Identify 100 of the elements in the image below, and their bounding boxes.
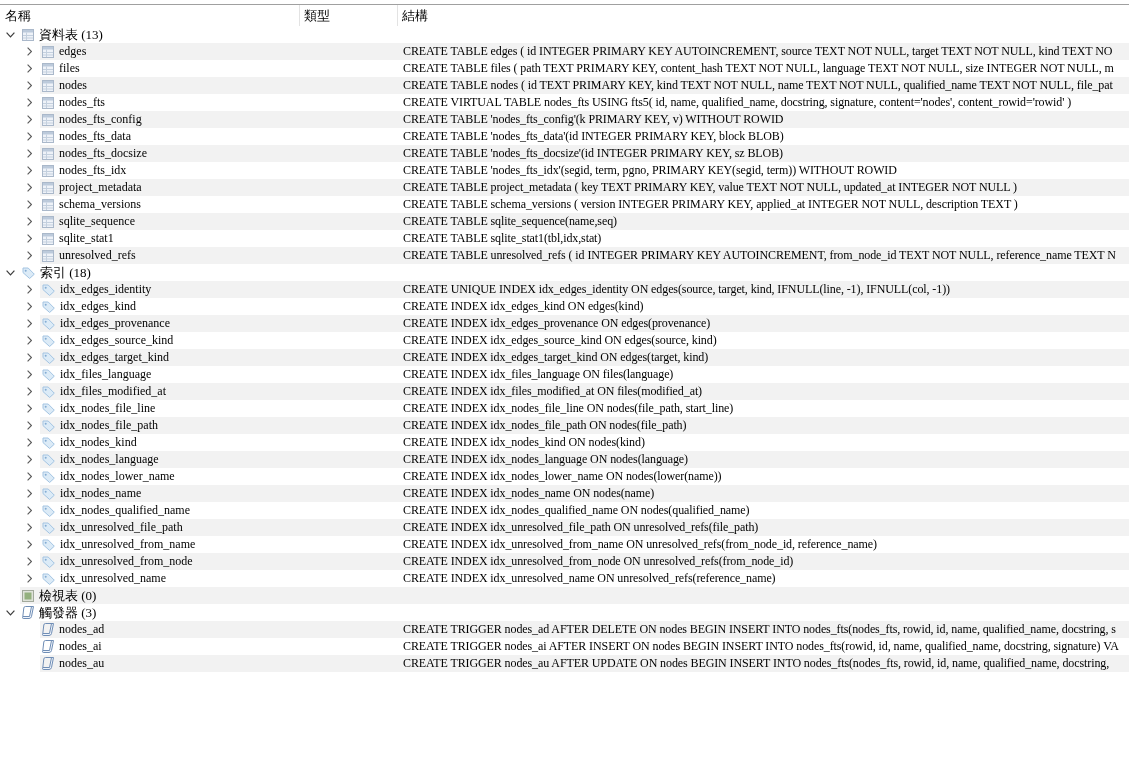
scroll-icon [42,640,54,653]
tree-item-label[interactable]: nodes_ad [59,621,105,638]
chevron-right-icon[interactable] [27,438,32,447]
tree-item-label[interactable]: idx_unresolved_from_node [60,553,193,570]
table-icon [42,62,54,75]
tree-item-label[interactable]: idx_nodes_name [60,485,142,502]
table-icon [42,198,54,211]
tree-item-label[interactable]: idx_files_modified_at [60,383,166,400]
tree-item-label[interactable]: nodes_fts_config [59,111,142,128]
tree-item-label[interactable]: files [59,60,80,77]
chevron-right-icon[interactable] [27,387,32,396]
chevron-right-icon[interactable] [27,115,32,124]
tree-item-label[interactable]: idx_nodes_lower_name [60,468,175,485]
tree-item-label[interactable]: idx_edges_kind [60,298,136,315]
tree-group-label[interactable]: 索引 (18) [40,264,91,281]
chevron-right-icon[interactable] [27,557,32,566]
chevron-right-icon[interactable] [27,234,32,243]
chevron-right-icon[interactable] [27,149,32,158]
chevron-right-icon[interactable] [27,183,32,192]
column-header[interactable]: 結構 [402,5,428,26]
tree-item-label[interactable]: unresolved_refs [59,247,136,264]
chevron-right-icon[interactable] [27,251,32,260]
structure-text: CREATE INDEX idx_unresolved_name ON unresolved_refs(reference_name) [403,570,776,587]
chevron-right-icon[interactable] [27,132,32,141]
tree-item-label[interactable]: idx_edges_identity [60,281,152,298]
chevron-right-icon[interactable] [27,302,32,311]
chevron-right-icon[interactable] [27,81,32,90]
tree-item-label[interactable]: idx_nodes_file_path [60,417,158,434]
structure-text: CREATE INDEX idx_unresolved_from_name ON unresolved_refs(from_node_id, reference_name) [403,536,877,553]
chevron-right-icon[interactable] [27,285,32,294]
chevron-down-icon[interactable] [6,31,15,38]
tree-item-label[interactable]: idx_edges_source_kind [60,332,174,349]
tag-icon [42,555,55,568]
tree-group-label[interactable]: 資料表 (13) [39,26,103,43]
tree-item-label[interactable]: edges [59,43,87,60]
tag-icon [42,572,55,585]
column-header[interactable]: 名稱 [5,5,31,26]
tree-item-label[interactable]: idx_edges_provenance [60,315,170,332]
tag-icon [42,521,55,534]
tree-group-label[interactable]: 觸發器 (3) [39,604,97,621]
tree-item-label[interactable]: idx_nodes_kind [60,434,137,451]
tree-item-label[interactable]: nodes_au [59,655,105,672]
tree-item-label[interactable]: nodes_fts_idx [59,162,127,179]
chevron-right-icon[interactable] [27,523,32,532]
structure-text: CREATE INDEX idx_nodes_file_path ON nodes(file_path) [403,417,687,434]
tree-item-label[interactable]: sqlite_stat1 [59,230,114,247]
chevron-right-icon[interactable] [27,540,32,549]
tag-icon [42,402,55,415]
tree-item-label[interactable]: project_metadata [59,179,142,196]
tree-item-label[interactable]: nodes_ai [59,638,102,655]
chevron-right-icon[interactable] [27,489,32,498]
chevron-right-icon[interactable] [27,319,32,328]
tree-item-label[interactable]: idx_edges_target_kind [60,349,170,366]
chevron-right-icon[interactable] [27,200,32,209]
structure-text: CREATE INDEX idx_edges_target_kind ON edges(target, kind) [403,349,709,366]
tag-icon [42,470,55,483]
chevron-right-icon[interactable] [27,370,32,379]
chevron-right-icon[interactable] [27,98,32,107]
tree-item-label[interactable]: nodes [59,77,87,94]
structure-text: CREATE TABLE nodes ( id TEXT PRIMARY KEY, kind TEXT NOT NULL, name TEXT NOT NULL, qualified_name TEXT NOT NULL, file_pat [403,77,1113,94]
tree-item-label[interactable]: schema_versions [59,196,141,213]
tree-item-label[interactable]: nodes_fts [59,94,105,111]
structure-text: CREATE TABLE 'nodes_fts_config'(k PRIMARY KEY, v) WITHOUT ROWID [403,111,784,128]
chevron-right-icon[interactable] [27,574,32,583]
structure-text: CREATE INDEX idx_unresolved_from_node ON unresolved_refs(from_node_id) [403,553,794,570]
tree-item-label[interactable]: idx_unresolved_name [60,570,166,587]
tree-item-label[interactable]: idx_files_language [60,366,152,383]
structure-text: CREATE TRIGGER nodes_ai AFTER INSERT ON nodes BEGIN INSERT INTO nodes_fts(rowid, id, name, qualified_name, docstring, signature) VA [403,638,1119,655]
tree-item-label[interactable]: nodes_fts_docsize [59,145,147,162]
chevron-right-icon[interactable] [27,353,32,362]
tree-item-label[interactable]: idx_nodes_qualified_name [60,502,190,519]
tree-group-label[interactable]: 檢視表 (0) [39,587,97,604]
tree-item-label[interactable]: nodes_fts_data [59,128,131,145]
structure-text: CREATE INDEX idx_edges_kind ON edges(kind) [403,298,644,315]
structure-text: CREATE TABLE unresolved_refs ( id INTEGER PRIMARY KEY AUTOINCREMENT, from_node_id TEXT NOT NULL, reference_name TEXT N [403,247,1116,264]
chevron-down-icon[interactable] [6,609,15,616]
table-icon [42,96,54,109]
chevron-right-icon[interactable] [27,421,32,430]
structure-text: CREATE INDEX idx_nodes_kind ON nodes(kind) [403,434,645,451]
tag-icon [42,419,55,432]
tag-icon [42,487,55,500]
chevron-down-icon[interactable] [6,269,15,276]
structure-text: CREATE TRIGGER nodes_au AFTER UPDATE ON nodes BEGIN INSERT INTO nodes_fts(nodes_fts, rowid, id, name, qualified_name, docstring, [403,655,1110,672]
chevron-right-icon[interactable] [27,47,32,56]
tree-item-label[interactable]: sqlite_sequence [59,213,135,230]
structure-text: CREATE INDEX idx_unresolved_file_path ON unresolved_refs(file_path) [403,519,759,536]
column-header[interactable]: 類型 [304,5,330,26]
tree-item-label[interactable]: idx_nodes_file_line [60,400,156,417]
chevron-right-icon[interactable] [27,217,32,226]
chevron-right-icon[interactable] [27,506,32,515]
tree-item-label[interactable]: idx_unresolved_from_name [60,536,196,553]
chevron-right-icon[interactable] [27,404,32,413]
chevron-right-icon[interactable] [27,472,32,481]
chevron-right-icon[interactable] [27,455,32,464]
chevron-right-icon[interactable] [27,64,32,73]
chevron-right-icon[interactable] [27,336,32,345]
structure-text: CREATE TABLE edges ( id INTEGER PRIMARY KEY AUTOINCREMENT, source TEXT NOT NULL, target TEXT NOT NULL, kind TEXT NO [403,43,1113,60]
tree-item-label[interactable]: idx_nodes_language [60,451,159,468]
chevron-right-icon[interactable] [27,166,32,175]
tree-item-label[interactable]: idx_unresolved_file_path [60,519,183,536]
